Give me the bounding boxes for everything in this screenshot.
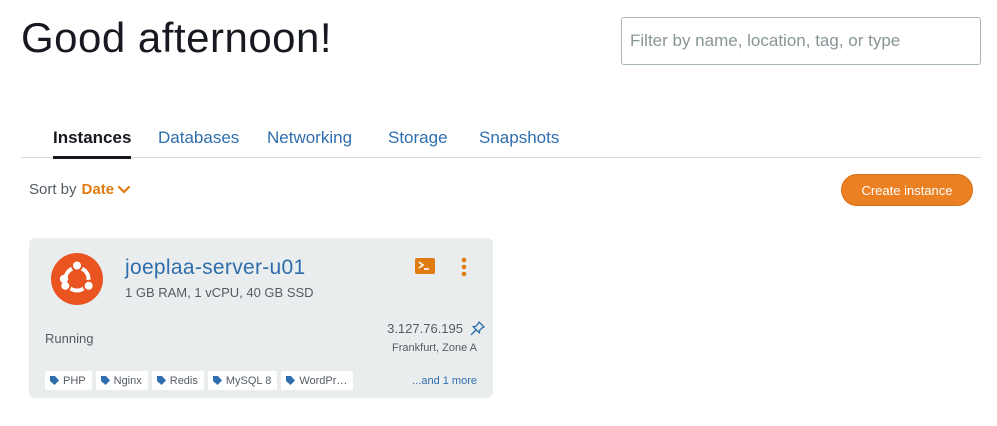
tag-label: WordPr…	[299, 374, 348, 387]
tab-snapshots[interactable]: Snapshots	[479, 128, 559, 158]
tag-icon	[156, 376, 166, 385]
status-text: Running	[45, 331, 94, 346]
chevron-down-icon[interactable]	[118, 185, 131, 194]
lightsail-home: Good afternoon! Instances Databases Netw…	[0, 0, 997, 426]
tab-instances[interactable]: Instances	[53, 128, 132, 159]
sort-label: Sort by	[29, 181, 77, 198]
tag-icon	[212, 376, 222, 385]
tag-chip[interactable]: PHP	[45, 371, 92, 390]
tag-label: Nginx	[113, 374, 142, 387]
tag-icon	[50, 376, 59, 385]
sort-dropdown[interactable]: Date	[82, 181, 115, 198]
instance-card: joeplaa-server-u01 1 GB RAM, 1 vCPU, 40 …	[29, 238, 493, 398]
tag-label: PHP	[63, 374, 86, 387]
tag-chip[interactable]: Nginx	[95, 371, 148, 390]
tab-bar: Instances Databases Networking Storage S…	[21, 124, 981, 159]
tag-list: PHP Nginx Redis MySQL 8 WordPr…	[45, 371, 354, 390]
tag-icon	[286, 376, 296, 385]
terminal-icon[interactable]	[415, 258, 435, 274]
tag-label: Redis	[169, 374, 198, 387]
pin-icon[interactable]	[470, 321, 485, 336]
create-instance-button[interactable]: Create instance	[841, 174, 973, 206]
ubuntu-logo-icon	[51, 253, 103, 305]
tag-chip[interactable]: MySQL 8	[207, 371, 278, 390]
tab-networking[interactable]: Networking	[267, 128, 352, 158]
page-title: Good afternoon!	[21, 14, 333, 61]
more-tags-link[interactable]: ...and 1 more	[412, 375, 477, 387]
filter-input[interactable]	[621, 17, 981, 65]
more-options-icon[interactable]	[460, 257, 468, 277]
location-text: Frankfurt, Zone A	[392, 342, 477, 354]
tag-label: MySQL 8	[225, 374, 272, 387]
tab-storage[interactable]: Storage	[388, 128, 448, 158]
instance-name-link[interactable]: joeplaa-server-u01	[125, 256, 306, 280]
public-ip: 3.127.76.195	[387, 321, 463, 336]
tag-chip[interactable]: WordPr…	[281, 371, 354, 390]
sort-control: Sort by Date	[29, 181, 131, 198]
tag-icon	[100, 376, 110, 385]
tag-chip[interactable]: Redis	[151, 371, 204, 390]
tab-databases[interactable]: Databases	[158, 128, 239, 158]
instance-specs: 1 GB RAM, 1 vCPU, 40 GB SSD	[125, 285, 314, 300]
